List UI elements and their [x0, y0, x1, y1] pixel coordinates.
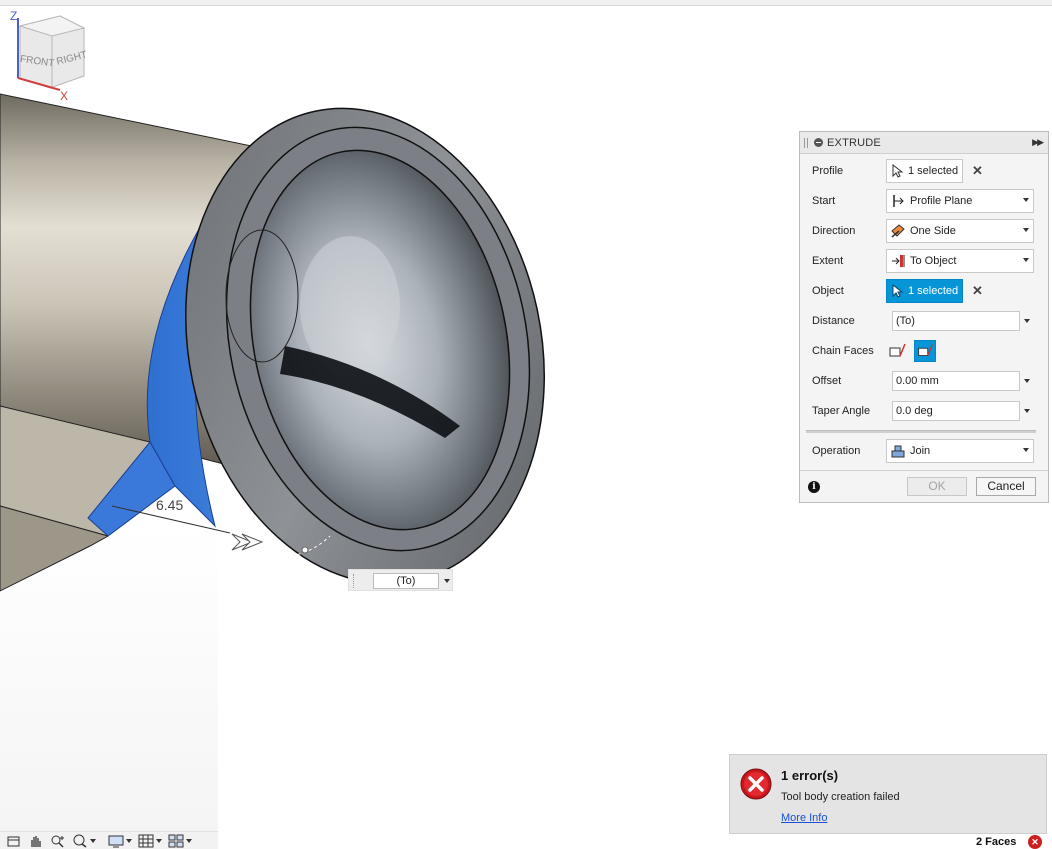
distance-row: Distance (To) — [800, 306, 1048, 336]
navigation-toolbar — [0, 831, 218, 849]
chevron-down-icon[interactable] — [1024, 379, 1030, 383]
collapse-icon[interactable] — [814, 138, 823, 147]
start-label: Start — [812, 195, 836, 207]
grid-icon[interactable] — [138, 834, 154, 848]
profile-label: Profile — [812, 165, 844, 177]
extrude-panel-header[interactable]: EXTRUDE ▶▶ — [800, 132, 1048, 154]
direction-value: One Side — [910, 225, 956, 237]
extent-value: To Object — [910, 255, 957, 267]
chevron-down-icon[interactable] — [126, 838, 132, 843]
panel-grip-icon[interactable] — [804, 137, 808, 148]
start-value: Profile Plane — [910, 195, 973, 207]
profile-row: Profile 1 selected ✕ — [800, 156, 1048, 186]
z-axis-label: Z — [10, 9, 17, 23]
error-message: Tool body creation failed — [781, 791, 900, 803]
direction-row: Direction One Side — [800, 216, 1048, 246]
viewports-icon[interactable] — [168, 834, 184, 848]
manipulator-point[interactable] — [301, 546, 309, 554]
extrude-panel: EXTRUDE ▶▶ Profile 1 selected ✕ Start Pr… — [799, 131, 1049, 503]
operation-dropdown[interactable]: Join — [886, 439, 1034, 463]
cancel-button[interactable]: Cancel — [976, 477, 1036, 496]
taper-angle-row: Taper Angle 0.0 deg — [800, 396, 1048, 426]
inline-distance-input[interactable]: (To) — [348, 569, 453, 591]
select-cursor-icon — [892, 164, 904, 178]
x-axis-label: X — [60, 89, 68, 103]
taper-angle-field[interactable]: 0.0 deg — [892, 401, 1020, 421]
start-dropdown[interactable]: Profile Plane — [886, 189, 1034, 213]
ok-button[interactable]: OK — [907, 477, 967, 496]
profile-plane-icon — [893, 195, 904, 207]
object-row: Object 1 selected ✕ — [800, 276, 1048, 306]
chevron-down-icon[interactable] — [90, 838, 96, 843]
more-info-link[interactable]: More Info — [781, 812, 827, 824]
offset-label: Offset — [812, 375, 842, 387]
error-toast: 1 error(s) Tool body creation failed Mor… — [729, 754, 1047, 834]
inline-input-grip[interactable] — [353, 574, 356, 588]
chevron-down-icon[interactable] — [156, 838, 162, 843]
chain-faces-on-icon[interactable] — [914, 340, 936, 362]
extent-dropdown[interactable]: To Object — [886, 249, 1034, 273]
select-cursor-icon — [892, 284, 904, 298]
selection-status: 2 Faces — [976, 836, 1017, 848]
error-title: 1 error(s) — [781, 768, 839, 783]
operation-label: Operation — [812, 445, 861, 457]
join-icon — [891, 445, 905, 458]
drag-arrow-handle[interactable] — [231, 533, 264, 551]
object-select-value: 1 selected — [908, 285, 959, 297]
chevron-down-icon[interactable] — [1024, 319, 1030, 323]
distance-field[interactable]: (To) — [892, 311, 1020, 331]
direction-label: Direction — [812, 225, 856, 237]
save-view-icon[interactable] — [6, 834, 22, 848]
chevron-down-icon — [1023, 448, 1029, 452]
one-side-icon — [891, 224, 905, 238]
operation-row: Operation Join — [800, 436, 1048, 466]
object-clear-icon[interactable]: ✕ — [972, 283, 983, 299]
start-row: Start Profile Plane — [800, 186, 1048, 216]
dimension-label[interactable]: 6.45 — [156, 497, 183, 513]
inline-distance-field[interactable]: (To) — [373, 573, 439, 589]
profile-select-value: 1 selected — [908, 165, 959, 177]
taper-angle-label: Taper Angle — [812, 405, 871, 417]
status-error-icon[interactable]: ✕ — [1028, 835, 1042, 849]
extent-label: Extent — [812, 255, 844, 267]
offset-row: Offset 0.00 mm — [800, 366, 1048, 396]
error-icon — [740, 768, 772, 800]
chevron-down-icon — [1023, 258, 1029, 262]
direction-dropdown[interactable]: One Side — [886, 219, 1034, 243]
chain-faces-row: Chain Faces — [800, 336, 1048, 366]
chevron-down-icon[interactable] — [186, 838, 192, 843]
chain-faces-off-icon[interactable] — [886, 340, 908, 362]
pan-icon[interactable] — [28, 834, 44, 848]
to-object-icon — [892, 255, 905, 267]
info-icon[interactable]: i — [808, 481, 820, 493]
panel-separator — [806, 430, 1036, 433]
distance-label: Distance — [812, 315, 855, 327]
profile-select-button[interactable]: 1 selected — [886, 159, 963, 183]
extent-row: Extent To Object — [800, 246, 1048, 276]
chevron-down-icon[interactable] — [1024, 409, 1030, 413]
zoom-icon[interactable] — [50, 834, 66, 848]
profile-clear-icon[interactable]: ✕ — [972, 163, 983, 179]
operation-value: Join — [910, 445, 931, 457]
panel-footer: i OK Cancel — [800, 470, 1048, 502]
view-cube[interactable]: Z X FRONT RIGHT — [0, 6, 100, 106]
object-label: Object — [812, 285, 844, 297]
chevron-down-icon — [1023, 228, 1029, 232]
object-select-button[interactable]: 1 selected — [886, 279, 963, 303]
expand-panel-icon[interactable]: ▶▶ — [1032, 137, 1044, 148]
display-settings-icon[interactable] — [108, 834, 124, 848]
zoom-window-icon[interactable] — [72, 834, 88, 848]
panel-title: EXTRUDE — [827, 136, 881, 149]
chain-faces-label: Chain Faces — [812, 345, 874, 357]
chevron-down-icon[interactable] — [444, 579, 450, 583]
chevron-down-icon — [1023, 198, 1029, 202]
offset-field[interactable]: 0.00 mm — [892, 371, 1020, 391]
